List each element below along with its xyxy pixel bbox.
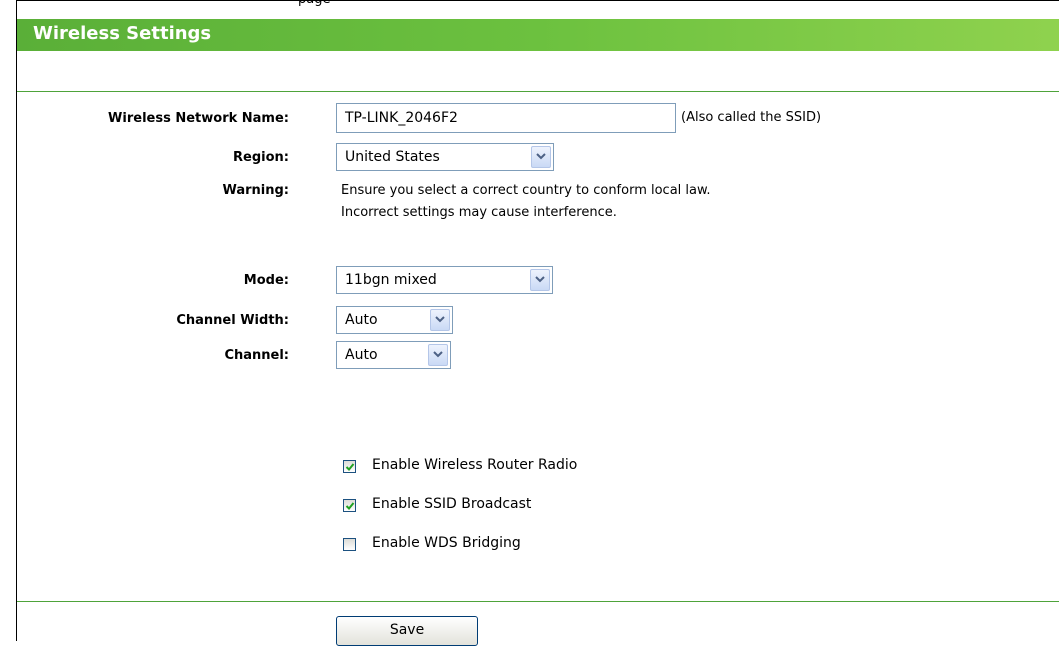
- header-bar: Wireless Settings: [17, 19, 1059, 51]
- channel-width-label: Channel Width:: [176, 313, 289, 328]
- ssid-hint: (Also called the SSID): [681, 110, 822, 125]
- bottom-divider: [17, 601, 1059, 602]
- warning-line-2: Incorrect settings may cause interferenc…: [341, 205, 617, 220]
- warning-label: Warning:: [222, 183, 289, 198]
- channel-width-value: Auto: [345, 312, 378, 328]
- enable-wds-checkbox[interactable]: [343, 538, 356, 551]
- ssid-input[interactable]: TP-LINK_2046F2: [336, 103, 676, 133]
- channel-value: Auto: [345, 347, 378, 363]
- enable-wds-label[interactable]: Enable WDS Bridging: [372, 535, 521, 551]
- save-button[interactable]: Save: [336, 616, 478, 646]
- top-caption: page: [298, 0, 330, 7]
- page-title: Wireless Settings: [33, 23, 212, 44]
- chevron-down-icon[interactable]: [531, 146, 551, 168]
- top-divider: [17, 91, 1059, 92]
- enable-ssid-broadcast-label[interactable]: Enable SSID Broadcast: [372, 496, 531, 512]
- mode-select[interactable]: 11bgn mixed: [336, 266, 553, 294]
- enable-radio-label[interactable]: Enable Wireless Router Radio: [372, 457, 577, 473]
- channel-label: Channel:: [224, 348, 289, 363]
- warning-line-1: Ensure you select a correct country to c…: [341, 183, 711, 198]
- enable-radio-checkbox[interactable]: [343, 460, 356, 473]
- mode-value: 11bgn mixed: [345, 272, 437, 288]
- chevron-down-icon[interactable]: [430, 309, 450, 331]
- chevron-down-icon[interactable]: [428, 344, 448, 366]
- chevron-down-icon[interactable]: [530, 269, 550, 291]
- region-label: Region:: [233, 150, 289, 165]
- mode-label: Mode:: [243, 273, 289, 288]
- region-select[interactable]: United States: [336, 143, 554, 171]
- enable-ssid-broadcast-checkbox[interactable]: [343, 499, 356, 512]
- ssid-label: Wireless Network Name:: [108, 111, 289, 126]
- channel-width-select[interactable]: Auto: [336, 306, 453, 334]
- channel-select[interactable]: Auto: [336, 341, 451, 369]
- region-value: United States: [345, 149, 440, 165]
- content-frame: [16, 0, 1059, 641]
